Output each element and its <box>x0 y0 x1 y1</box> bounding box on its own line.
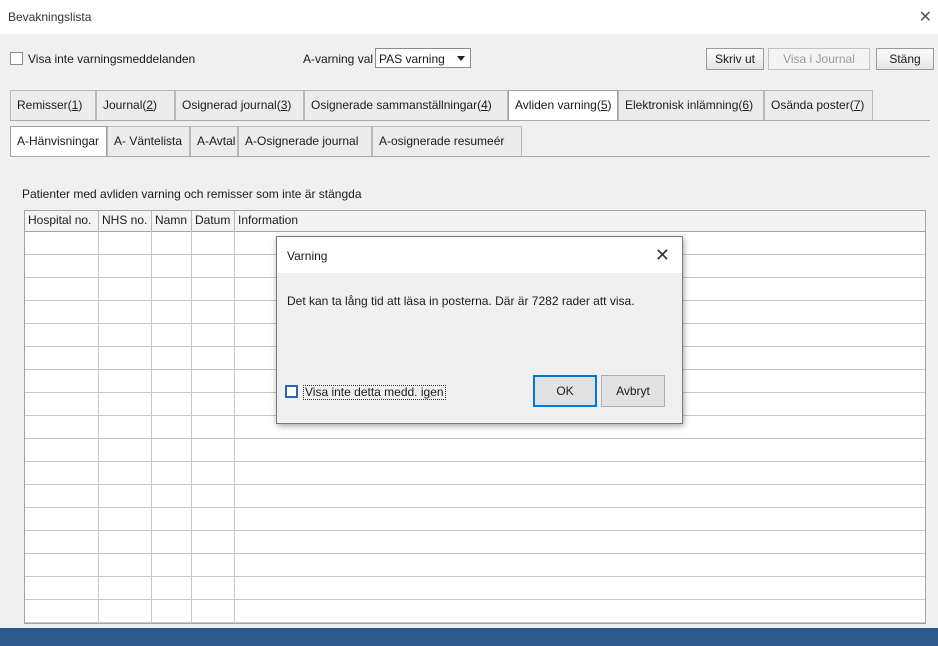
table-column-line <box>234 231 235 623</box>
table-row-line <box>25 530 925 531</box>
tab-mnemonic: 5 <box>600 98 608 112</box>
tab-journal[interactable]: Journal(2) <box>96 90 175 120</box>
tab-label-pre: Journal( <box>103 98 147 112</box>
tab-unsent-items[interactable]: Osända poster(7) <box>764 90 873 120</box>
dont-show-again-label[interactable]: Visa inte detta medd. igen <box>303 385 446 400</box>
show-in-journal-button[interactable]: Visa i Journal <box>768 48 870 70</box>
table-row-line <box>25 461 925 462</box>
tab-label-post: ) <box>860 98 865 112</box>
tab-label-pre: Remisser( <box>17 98 72 112</box>
dont-show-again-checkbox[interactable] <box>285 385 298 398</box>
chevron-down-icon <box>457 56 465 61</box>
subtab-a-referrals[interactable]: A-Hänvisningar <box>10 126 107 157</box>
table-column-line <box>151 231 152 623</box>
tab-label-pre: Avliden varning( <box>515 98 601 112</box>
tab-electronic-submission[interactable]: Elektronisk inlämning(6) <box>618 90 764 120</box>
title-bar: Bevakningslista ✕ <box>0 0 938 34</box>
toolbar: Visa inte varningsmeddelanden A-varning … <box>0 46 938 72</box>
tab-label-pre: Elektronisk inlämning( <box>625 98 743 112</box>
dialog-title-bar: Varning ✕ <box>277 237 682 273</box>
table-header: Hospital no. NHS no. Namn Datum Informat… <box>25 211 925 232</box>
table-row-line <box>25 553 925 554</box>
print-button[interactable]: Skriv ut <box>706 48 764 70</box>
cancel-button[interactable]: Avbryt <box>601 375 665 407</box>
column-header[interactable]: Datum <box>192 211 235 231</box>
tab-label-pre: Osignerad journal( <box>182 98 281 112</box>
status-bar <box>0 628 938 646</box>
tab-label-post: ) <box>487 98 492 112</box>
close-button[interactable]: Stäng <box>876 48 934 70</box>
tab-label-post: ) <box>607 98 612 112</box>
subtab-a-unsigned-journal[interactable]: A-Osignerade journal <box>238 126 372 156</box>
hide-warnings-label: Visa inte varningsmeddelanden <box>28 52 196 66</box>
a-warning-selected-value: PAS varning <box>379 52 445 66</box>
tab-mnemonic: 4 <box>481 98 488 112</box>
subtab-a-agreement[interactable]: A-Avtal <box>190 126 238 156</box>
subtab-a-unsigned-resume[interactable]: A-osignerade resumeér <box>372 126 522 156</box>
table-column-line <box>98 231 99 623</box>
table-row-line <box>25 507 925 508</box>
tab-deceased-warning[interactable]: Avliden varning(5) <box>508 90 618 121</box>
dialog-title: Varning <box>287 249 328 263</box>
tab-unsigned-journal[interactable]: Osignerad journal(3) <box>175 90 304 120</box>
window-title: Bevakningslista <box>8 10 92 24</box>
close-icon[interactable]: ✕ <box>919 7 932 27</box>
main-tabs-divider <box>10 120 930 121</box>
table-column-line <box>191 231 192 623</box>
column-header[interactable]: Information <box>235 211 925 231</box>
tab-label-post: ) <box>78 98 83 112</box>
tab-label-post: ) <box>153 98 158 112</box>
tab-label-post: ) <box>749 98 754 112</box>
column-header[interactable]: Hospital no. <box>25 211 99 231</box>
tab-label-pre: Osända poster( <box>771 98 854 112</box>
tab-referrals[interactable]: Remisser(1) <box>10 90 96 120</box>
subtab-a-waiting-list[interactable]: A- Väntelista <box>107 126 190 156</box>
a-warning-choice-label: A-varning val <box>303 52 374 66</box>
close-icon[interactable]: ✕ <box>655 245 670 266</box>
table-row-line <box>25 622 925 623</box>
table-row-line <box>25 599 925 600</box>
warning-dialog: Varning ✕ Det kan ta lång tid att läsa i… <box>276 236 683 424</box>
dialog-message: Det kan ta lång tid att läsa in posterna… <box>287 294 635 308</box>
tab-label-post: ) <box>287 98 292 112</box>
table-row-line <box>25 438 925 439</box>
a-warning-select[interactable]: PAS varning <box>375 48 471 68</box>
tab-unsigned-summaries[interactable]: Osignerade sammanställningar(4) <box>304 90 508 120</box>
table-row-line <box>25 484 925 485</box>
column-header[interactable]: Namn <box>152 211 192 231</box>
tab-label-pre: Osignerade sammanställningar( <box>311 98 482 112</box>
hide-warnings-checkbox[interactable] <box>10 52 23 65</box>
table-row-line <box>25 576 925 577</box>
panel-caption: Patienter med avliden varning och remiss… <box>22 187 362 201</box>
sub-tabs-divider <box>10 156 930 157</box>
ok-button[interactable]: OK <box>533 375 597 407</box>
column-header[interactable]: NHS no. <box>99 211 152 231</box>
